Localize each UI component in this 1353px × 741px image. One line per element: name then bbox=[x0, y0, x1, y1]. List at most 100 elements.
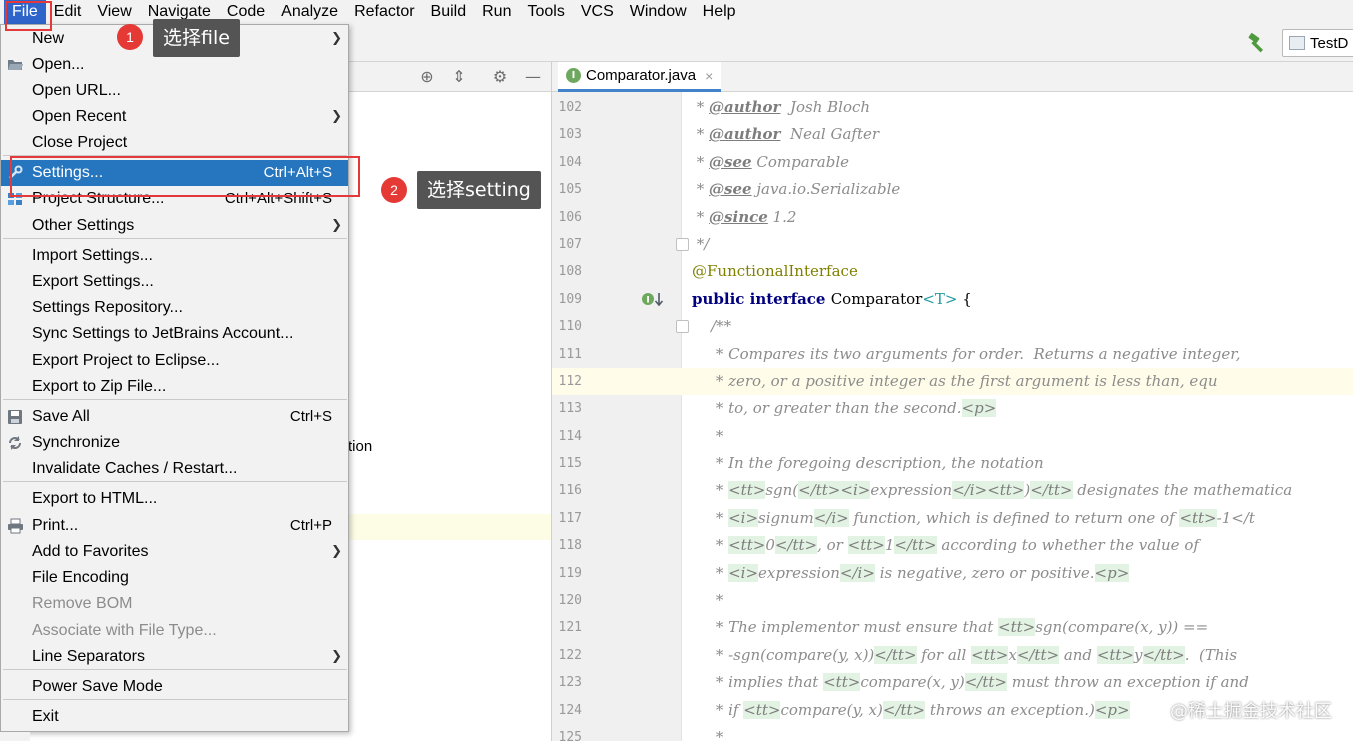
menu-help[interactable]: Help bbox=[695, 0, 744, 24]
menu-item-other-settings[interactable]: Other Settings ❯ bbox=[1, 213, 348, 239]
code-line[interactable]: 122 * -sgn(compare(y, x))</tt> for all <… bbox=[552, 642, 1353, 669]
code-text[interactable]: * implies that <tt>compare(x, y)</tt> mu… bbox=[682, 669, 1353, 696]
menu-item-file-encoding[interactable]: File Encoding bbox=[1, 565, 348, 591]
code-line[interactable]: 117 * <i>signum</i> function, which is d… bbox=[552, 505, 1353, 532]
code-text[interactable]: * <i>signum</i> function, which is defin… bbox=[682, 505, 1353, 532]
locate-icon[interactable]: ⊕ bbox=[418, 68, 436, 86]
close-icon[interactable]: × bbox=[705, 68, 713, 84]
code-text[interactable]: * @see Comparable bbox=[682, 149, 1353, 176]
hammer-icon[interactable] bbox=[1246, 32, 1268, 54]
menu-window[interactable]: Window bbox=[622, 0, 695, 24]
run-configuration-selector[interactable]: TestD bbox=[1282, 29, 1353, 57]
code-line[interactable]: 107 */ bbox=[552, 231, 1353, 258]
menu-tools[interactable]: Tools bbox=[519, 0, 572, 24]
code-line[interactable]: 115 * In the foregoing description, the … bbox=[552, 450, 1353, 477]
annotation-step-2-callout: 选择setting bbox=[417, 171, 541, 209]
code-line[interactable]: 112 * zero, or a positive integer as the… bbox=[552, 367, 1353, 396]
fold-toggle-icon[interactable] bbox=[676, 237, 689, 251]
code-text[interactable]: * @since 1.2 bbox=[682, 204, 1353, 231]
code-text[interactable]: * <i>expression</i> is negative, zero or… bbox=[682, 560, 1353, 587]
code-text[interactable]: * zero, or a positive integer as the fir… bbox=[682, 367, 1353, 396]
code-text[interactable]: * bbox=[682, 423, 1353, 450]
code-text[interactable]: @FunctionalInterface bbox=[682, 258, 1353, 285]
menu-item-import-settings[interactable]: Import Settings... bbox=[1, 243, 348, 269]
code-text[interactable]: * @see java.io.Serializable bbox=[682, 176, 1353, 203]
code-text[interactable]: * <tt>0</tt>, or <tt>1</tt> according to… bbox=[682, 532, 1353, 559]
code-text[interactable]: * @author Josh Bloch bbox=[682, 94, 1353, 121]
code-line[interactable]: 113 * to, or greater than the second.<p> bbox=[552, 395, 1353, 422]
editor-tab-comparator[interactable]: I Comparator.java × bbox=[558, 62, 722, 92]
code-text[interactable]: * @author Neal Gafter bbox=[682, 121, 1353, 148]
code-text[interactable]: * -sgn(compare(y, x))</tt> for all <tt>x… bbox=[682, 642, 1353, 669]
code-text[interactable]: * Compares its two arguments for order. … bbox=[682, 341, 1353, 368]
menu-edit[interactable]: Edit bbox=[46, 0, 90, 24]
menu-item-print[interactable]: Print... Ctrl+P bbox=[1, 513, 348, 539]
menu-build[interactable]: Build bbox=[423, 0, 475, 24]
menu-item-export-to-html[interactable]: Export to HTML... bbox=[1, 486, 348, 512]
line-number: 105 bbox=[558, 182, 582, 198]
menu-item-label: Import Settings... bbox=[32, 247, 153, 264]
project-tree-partial-text[interactable]: tion bbox=[348, 438, 372, 455]
code-line[interactable]: 111 * Compares its two arguments for ord… bbox=[552, 341, 1353, 368]
code-line[interactable]: 110 /** bbox=[552, 313, 1353, 340]
chevron-right-icon: ❯ bbox=[331, 109, 342, 124]
menu-item-label: Export Project to Eclipse... bbox=[32, 352, 220, 369]
menu-item-synchronize[interactable]: Synchronize bbox=[1, 430, 348, 456]
menu-item-invalidate-caches-restart[interactable]: Invalidate Caches / Restart... bbox=[1, 456, 348, 482]
menu-item-open-recent[interactable]: Open Recent ❯ bbox=[1, 104, 348, 130]
code-text[interactable]: */ bbox=[682, 231, 1353, 258]
menu-item-label: Open... bbox=[32, 56, 85, 73]
menu-item-power-save-mode[interactable]: Power Save Mode bbox=[1, 674, 348, 700]
gear-icon[interactable]: ⚙ bbox=[491, 68, 509, 86]
menu-run[interactable]: Run bbox=[474, 0, 519, 24]
menu-item-export-settings[interactable]: Export Settings... bbox=[1, 269, 348, 295]
code-line[interactable]: 119 * <i>expression</i> is negative, zer… bbox=[552, 560, 1353, 587]
fold-toggle-icon[interactable] bbox=[676, 320, 689, 334]
menu-item-open-url[interactable]: Open URL... bbox=[1, 78, 348, 104]
code-line[interactable]: 109 public interface Comparator<T> {I bbox=[552, 286, 1353, 313]
menu-item-sync-settings-to-jetbrains-account[interactable]: Sync Settings to JetBrains Account... bbox=[1, 321, 348, 347]
code-line[interactable]: 123 * implies that <tt>compare(x, y)</tt… bbox=[552, 669, 1353, 696]
menu-vcs[interactable]: VCS bbox=[573, 0, 622, 24]
menu-item-settings-repository[interactable]: Settings Repository... bbox=[1, 295, 348, 321]
menu-item-remove-bom[interactable]: Remove BOM bbox=[1, 591, 348, 617]
menu-item-line-separators[interactable]: Line Separators ❯ bbox=[1, 644, 348, 670]
code-line[interactable]: 125 * bbox=[552, 724, 1353, 741]
menu-refactor[interactable]: Refactor bbox=[346, 0, 422, 24]
interface-icon: I bbox=[566, 68, 581, 83]
collapse-all-icon[interactable]: ⇕ bbox=[450, 68, 468, 86]
menu-item-exit[interactable]: Exit bbox=[1, 704, 348, 730]
code-text[interactable]: public interface Comparator<T> { bbox=[682, 286, 1353, 313]
code-line[interactable]: 121 * The implementor must ensure that <… bbox=[552, 614, 1353, 641]
code-text[interactable]: * bbox=[682, 587, 1353, 614]
code-text[interactable]: * The implementor must ensure that <tt>s… bbox=[682, 614, 1353, 641]
code-line[interactable]: 106 * @since 1.2 bbox=[552, 204, 1353, 231]
code-text[interactable]: * <tt>sgn(</tt><i>expression</i><tt>)</t… bbox=[682, 477, 1353, 504]
editor-tab-bar: I Comparator.java × bbox=[552, 62, 1353, 92]
code-text[interactable]: * bbox=[682, 724, 1353, 741]
menu-item-export-project-to-eclipse[interactable]: Export Project to Eclipse... bbox=[1, 348, 348, 374]
menu-item-close-project[interactable]: Close Project bbox=[1, 130, 348, 156]
menu-item-save-all[interactable]: Save All Ctrl+S bbox=[1, 404, 348, 430]
menu-item-add-to-favorites[interactable]: Add to Favorites ❯ bbox=[1, 539, 348, 565]
code-text[interactable]: * In the foregoing description, the nota… bbox=[682, 450, 1353, 477]
menu-item-associate-with-file-type[interactable]: Associate with File Type... bbox=[1, 618, 348, 644]
code-line[interactable]: 114 * bbox=[552, 423, 1353, 450]
line-number: 106 bbox=[558, 209, 582, 225]
code-line[interactable]: 105 * @see java.io.Serializable bbox=[552, 176, 1353, 203]
menu-item-export-to-zip-file[interactable]: Export to Zip File... bbox=[1, 374, 348, 400]
menu-view[interactable]: View bbox=[89, 0, 139, 24]
code-area[interactable]: 102 * @author Josh Bloch 103 * @author Ne… bbox=[552, 94, 1353, 741]
implemented-by-icon[interactable]: I bbox=[640, 290, 666, 310]
hide-panel-icon[interactable]: — bbox=[524, 68, 542, 86]
code-line[interactable]: 108 @FunctionalInterface bbox=[552, 258, 1353, 285]
code-line[interactable]: 116 * <tt>sgn(</tt><i>expression</i><tt>… bbox=[552, 477, 1353, 504]
code-line[interactable]: 103 * @author Neal Gafter bbox=[552, 121, 1353, 148]
menu-analyze[interactable]: Analyze bbox=[273, 0, 346, 24]
code-line[interactable]: 104 * @see Comparable bbox=[552, 149, 1353, 176]
code-line[interactable]: 118 * <tt>0</tt>, or <tt>1</tt> accordin… bbox=[552, 532, 1353, 559]
code-text[interactable]: /** bbox=[682, 313, 1353, 340]
code-line[interactable]: 120 * bbox=[552, 587, 1353, 614]
code-line[interactable]: 102 * @author Josh Bloch bbox=[552, 94, 1353, 121]
code-text[interactable]: * to, or greater than the second.<p> bbox=[682, 395, 1353, 422]
